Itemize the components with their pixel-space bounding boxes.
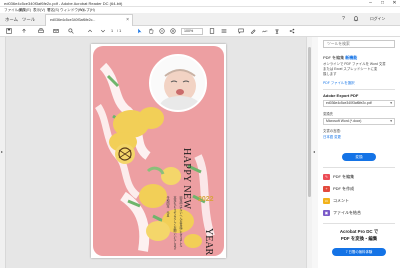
print-icon[interactable]	[37, 28, 44, 35]
scroll-mode-icon[interactable]	[220, 28, 227, 35]
edit-pdf-desc: オンラインで PDF ファイルを Word 文書	[323, 62, 386, 66]
edit-pdf-section-title: PDF を編集 新機能	[323, 55, 358, 60]
title-bar: ed036e4c5ce340f3af6fe2c.pdf - Adobe Acro…	[0, 0, 400, 7]
menu-help[interactable]: ヘルプ(H)	[79, 8, 95, 13]
tool-create-pdf[interactable]: + PDF を作成	[323, 185, 354, 192]
document-tab-label: ed036e4c5ce340f3af6fe2c...	[50, 18, 96, 22]
toolbar: 1 / 1 100%	[0, 26, 400, 37]
tab-bar: ホーム ツール ed036e4c5ce340f3af6fe2c... × ? ロ…	[0, 13, 400, 26]
select-cursor-icon[interactable]	[136, 28, 143, 35]
right-tools-pane: ツールを検索 PDF を編集 新機能 オンラインで PDF ファイルを Word…	[318, 37, 400, 268]
current-page[interactable]: 1	[111, 28, 113, 35]
baby-photo	[149, 54, 207, 112]
collapse-right-pane-icon[interactable]: ◂	[313, 149, 315, 154]
help-icon[interactable]: ?	[340, 16, 347, 23]
prev-page-icon[interactable]	[86, 28, 93, 35]
convert-to-label: 変換先	[323, 112, 334, 116]
greeting-message-date: 令和四年 元旦	[166, 196, 170, 217]
create-pdf-icon: +	[323, 185, 330, 192]
hand-icon[interactable]	[147, 28, 154, 35]
next-page-icon[interactable]	[99, 28, 106, 35]
export-pdf-title: Adobe Export PDF	[323, 93, 359, 98]
sign-icon[interactable]	[261, 28, 268, 35]
tool-edit-pdf[interactable]: ✎ PDF を編集	[323, 173, 354, 180]
menu-sign[interactable]: 署名(S)	[47, 8, 59, 13]
minimize-button[interactable]: –	[365, 0, 376, 7]
comment-icon: ▭	[323, 197, 330, 204]
highlight-icon[interactable]	[249, 28, 256, 35]
new-badge: 新機能	[345, 55, 358, 60]
maximize-button[interactable]: □	[377, 0, 388, 7]
save-icon[interactable]	[5, 28, 12, 35]
edit-pdf-desc: または Excel スプレッドシートに変	[323, 67, 378, 71]
tool-comment[interactable]: ▭ コメント	[323, 197, 349, 204]
menu-edit[interactable]: 編集(E)	[19, 8, 31, 13]
free-trial-button[interactable]: 7 日間の無料体験	[332, 248, 386, 256]
stamp-icon[interactable]	[273, 28, 280, 35]
chevron-down-icon: ▾	[390, 119, 392, 123]
edit-pdf-desc: 換します	[323, 72, 337, 76]
edit-pdf-icon: ✎	[323, 173, 330, 180]
menu-view[interactable]: 表示(V)	[33, 8, 45, 13]
combine-files-icon: ▣	[323, 209, 330, 216]
signin-link[interactable]: ログイン	[370, 16, 385, 23]
upload-icon[interactable]	[20, 28, 27, 35]
divider	[323, 89, 395, 90]
file-select[interactable]: ed036e4c5ce340f3af6fe2c.pdf ▾	[323, 100, 395, 107]
window-title: ed036e4c5ce340f3af6fe2c.pdf - Adobe Acro…	[4, 1, 123, 6]
tab-tools[interactable]: ツール	[22, 15, 35, 24]
greeting-message-line: 本年もどうぞよろしくお願いいたします	[173, 196, 177, 250]
tool-combine-files[interactable]: ▣ ファイルを結合	[323, 209, 361, 216]
pdf-page: 2022 HAPPY NEW YEAR! 旧年中はたいへんお世話になりました 本…	[91, 44, 226, 258]
email-icon[interactable]	[52, 28, 59, 35]
choose-pdf-link[interactable]: PDF ファイルを選択	[323, 80, 354, 85]
tab-home[interactable]: ホーム	[5, 15, 18, 24]
tab-document[interactable]: ed036e4c5ce340f3af6fe2c... ×	[45, 14, 133, 26]
scrollbar-thumb[interactable]	[308, 47, 311, 197]
search-icon[interactable]	[67, 28, 74, 35]
convert-format-select[interactable]: Microsoft Word (*.docx) ▾	[323, 118, 395, 125]
share-icon[interactable]	[288, 28, 295, 35]
zoom-out-icon[interactable]	[158, 28, 165, 35]
doc-language-label: 文書の言語:	[323, 129, 341, 133]
fit-page-icon[interactable]	[208, 28, 215, 35]
close-tab-icon[interactable]: ×	[126, 17, 129, 23]
zoom-level-select[interactable]: 100%	[181, 28, 203, 35]
close-button[interactable]: ✕	[389, 0, 400, 7]
zoom-in-icon[interactable]	[169, 28, 176, 35]
promo-subtitle: PDF を変換・編集	[340, 236, 378, 241]
doc-language-value[interactable]: 日本語 変更	[323, 134, 341, 139]
bell-icon[interactable]	[352, 16, 359, 23]
expand-left-pane-icon[interactable]: ▸	[1, 149, 3, 154]
tool-search-input[interactable]: ツールを検索	[323, 40, 395, 48]
divider	[323, 167, 395, 168]
total-pages: / 1	[117, 29, 122, 33]
year-label: 2022	[198, 196, 214, 203]
promo-title: Acrobat Pro DC で	[339, 229, 379, 234]
new-year-card: 2022 HAPPY NEW YEAR! 旧年中はたいへんお世話になりました 本…	[93, 46, 224, 256]
chevron-down-icon: ▾	[390, 101, 392, 105]
divider	[323, 223, 395, 224]
convert-button[interactable]: 変換	[342, 153, 376, 161]
greeting-year: YEAR!	[203, 228, 214, 256]
comment-icon[interactable]	[237, 28, 244, 35]
